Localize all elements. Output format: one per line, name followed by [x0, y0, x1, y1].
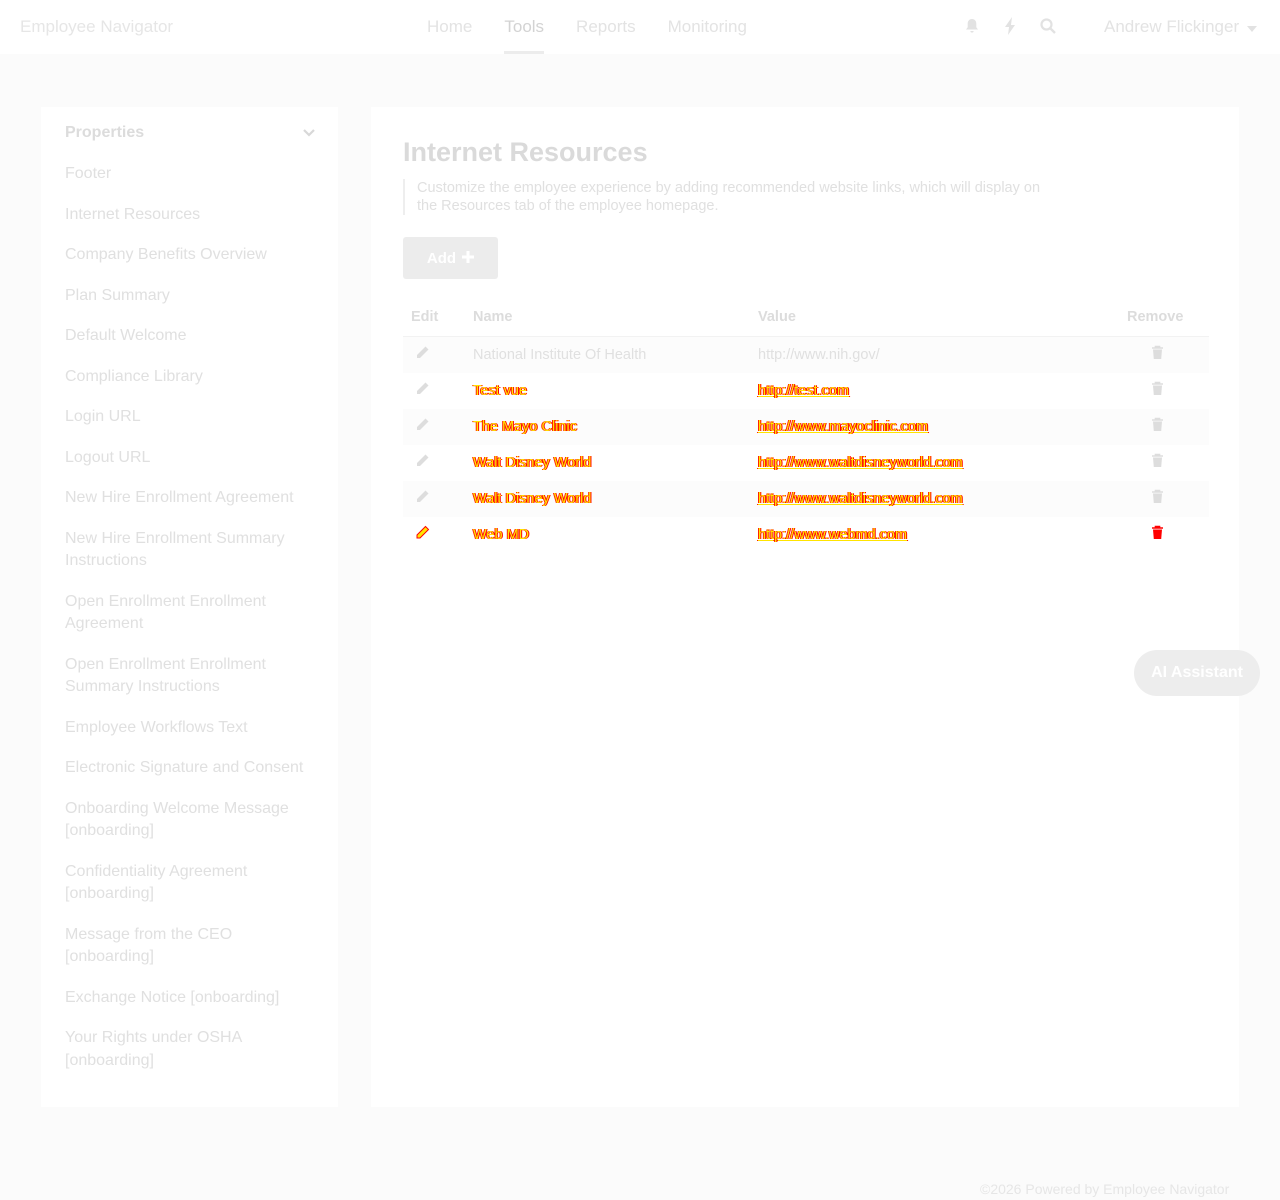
pencil-icon[interactable]: [415, 345, 430, 364]
table-row: Walt Disney World http://www.waltdisneyw…: [403, 481, 1209, 517]
nav-reports[interactable]: Reports: [560, 0, 652, 54]
bell-icon[interactable]: [960, 14, 984, 38]
resource-name: The Mayo Clinic: [473, 419, 577, 435]
sidebar-item-confidentiality-agreement[interactable]: Confidentiality Agreement [onboarding]: [65, 861, 315, 906]
resource-url[interactable]: http://www.webmd.com: [758, 527, 907, 543]
sidebar-item-open-enrollment-agreement[interactable]: Open Enrollment Enrollment Agreement: [65, 591, 315, 636]
user-name: Andrew Flickinger: [1104, 17, 1240, 36]
trash-icon[interactable]: [1151, 525, 1164, 544]
col-name: Name: [473, 309, 513, 325]
main-panel: Internet Resources Customize the employe…: [371, 107, 1239, 1107]
resource-url[interactable]: http://www.waltdisneyworld.com: [758, 491, 963, 507]
sidebar-item-osha-rights[interactable]: Your Rights under OSHA [onboarding]: [65, 1027, 315, 1072]
table-row: Walt Disney World http://www.waltdisneyw…: [403, 445, 1209, 481]
nav-monitoring[interactable]: Monitoring: [652, 0, 763, 54]
plus-icon: [462, 250, 475, 267]
search-icon[interactable]: [1036, 14, 1060, 38]
resource-name: Test vue: [473, 383, 527, 399]
table-row: National Institute Of Health http://www.…: [403, 337, 1209, 373]
pencil-icon[interactable]: [415, 489, 430, 508]
ai-assistant-button[interactable]: AI Assistant: [1134, 650, 1260, 696]
pencil-icon[interactable]: [415, 381, 430, 400]
sidebar-item-onboarding-welcome[interactable]: Onboarding Welcome Message [onboarding]: [65, 798, 315, 843]
lightning-icon[interactable]: [998, 14, 1022, 38]
sidebar-item-default-welcome[interactable]: Default Welcome: [65, 325, 315, 348]
brand-logo[interactable]: Employee Navigator: [20, 17, 173, 37]
page-description: Customize the employee experience by add…: [403, 179, 1063, 215]
footer-text: ©2026 Powered by Employee Navigator: [980, 1181, 1230, 1197]
table-row: The Mayo Clinic http://www.mayoclinic.co…: [403, 409, 1209, 445]
trash-icon[interactable]: [1151, 489, 1164, 508]
trash-icon[interactable]: [1151, 381, 1164, 400]
resources-table: Edit Name Value Remove National Institut…: [403, 303, 1209, 553]
sidebar-item-new-hire-enrollment-summary[interactable]: New Hire Enrollment Summary Instructions: [65, 528, 315, 573]
sidebar-item-new-hire-enrollment-agreement[interactable]: New Hire Enrollment Agreement: [65, 487, 315, 510]
pencil-icon[interactable]: [415, 417, 430, 436]
sidebar-title: Properties: [65, 124, 145, 141]
sidebar-item-logout-url[interactable]: Logout URL: [65, 447, 315, 470]
nav-tools[interactable]: Tools: [488, 0, 560, 54]
table-header: Edit Name Value Remove: [403, 303, 1209, 337]
col-edit: Edit: [411, 309, 439, 325]
resource-url[interactable]: http://www.waltdisneyworld.com: [758, 455, 963, 471]
sidebar-item-electronic-signature[interactable]: Electronic Signature and Consent: [65, 757, 315, 780]
sidebar-item-login-url[interactable]: Login URL: [65, 406, 315, 429]
sidebar-item-message-from-ceo[interactable]: Message from the CEO [onboarding]: [65, 924, 315, 969]
top-navbar: Employee Navigator Home Tools Reports Mo…: [0, 0, 1280, 54]
sidebar-item-plan-summary[interactable]: Plan Summary: [65, 285, 315, 308]
sidebar-list: Footer Internet Resources Company Benefi…: [65, 163, 315, 1072]
table-row: Test vue http://test.com: [403, 373, 1209, 409]
sidebar-item-compliance-library[interactable]: Compliance Library: [65, 366, 315, 389]
col-remove: Remove: [1127, 309, 1184, 325]
sidebar-item-exchange-notice[interactable]: Exchange Notice [onboarding]: [65, 987, 315, 1010]
nav-home[interactable]: Home: [411, 0, 488, 54]
sidebar-item-open-enrollment-summary[interactable]: Open Enrollment Enrollment Summary Instr…: [65, 654, 315, 699]
resource-name: National Institute Of Health: [473, 347, 647, 363]
add-button[interactable]: Add: [403, 237, 498, 279]
page-title: Internet Resources: [403, 137, 648, 167]
resource-url[interactable]: http://www.mayoclinic.com: [758, 419, 928, 435]
resource-url[interactable]: http://www.nih.gov/: [758, 347, 880, 363]
main-nav: Home Tools Reports Monitoring: [411, 0, 763, 54]
properties-toggle[interactable]: Properties: [65, 124, 315, 142]
trash-icon[interactable]: [1151, 417, 1164, 436]
add-label: Add: [426, 249, 457, 267]
table-row: Web MD http://www.webmd.com: [403, 517, 1209, 553]
col-value: Value: [758, 309, 796, 325]
properties-sidebar: Properties Footer Internet Resources Com…: [41, 107, 338, 1107]
table-body: National Institute Of Health http://www.…: [403, 337, 1209, 553]
pencil-icon[interactable]: [415, 525, 430, 544]
sidebar-item-internet-resources[interactable]: Internet Resources: [65, 204, 315, 227]
user-menu[interactable]: Andrew Flickinger: [1104, 17, 1258, 37]
sidebar-item-company-benefits-overview[interactable]: Company Benefits Overview: [65, 244, 315, 267]
chevron-down-icon: [303, 124, 315, 142]
resource-name: Web MD: [473, 527, 530, 543]
sidebar-item-employee-workflows-text[interactable]: Employee Workflows Text: [65, 717, 315, 740]
resource-name: Walt Disney World: [473, 491, 592, 507]
resource-name: Walt Disney World: [473, 455, 592, 471]
caret-down-icon: [1247, 17, 1258, 37]
header-tools: [960, 14, 1060, 38]
trash-icon[interactable]: [1151, 453, 1164, 472]
sidebar-item-footer[interactable]: Footer: [65, 163, 315, 186]
resource-url[interactable]: http://test.com: [758, 383, 849, 399]
trash-icon[interactable]: [1151, 345, 1164, 364]
pencil-icon[interactable]: [415, 453, 430, 472]
